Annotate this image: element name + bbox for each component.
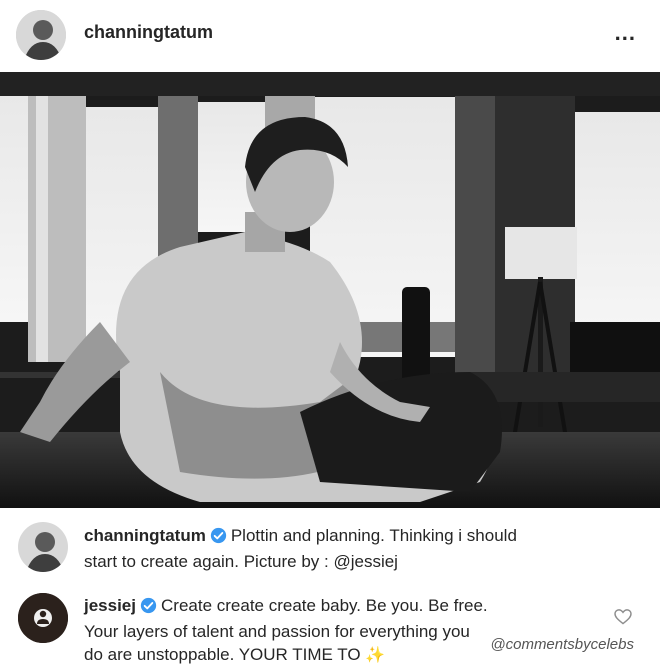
watermark: @commentsbycelebs [490,636,634,653]
caption-text-line1: Plottin and planning. Thinking i should [230,526,517,545]
comment-text-line1: Create create create baby. Be you. Be fr… [161,596,488,615]
comment-text-line3: do are unstoppable. YOUR TIME TO [84,645,361,664]
post-header: channingtatum ... [0,0,660,72]
verified-badge-icon [140,597,157,620]
caption-text-line2: start to create again. Picture by : @jes… [84,552,398,571]
more-options-icon[interactable]: ... [615,20,636,46]
caption: channingtatum Plottin and planning. Think… [84,524,644,573]
comment: jessiej Create create create baby. Be you… [84,594,614,667]
post-username[interactable]: channingtatum [84,22,213,43]
caption-username[interactable]: channingtatum [84,526,206,545]
caption-avatar[interactable] [18,522,68,572]
post-photo[interactable] [0,72,660,508]
channingtatum-avatar[interactable] [16,10,66,60]
comment-text-line2: Your layers of talent and passion for ev… [84,622,470,641]
like-comment-heart-icon[interactable] [614,609,632,630]
comment-username[interactable]: jessiej [84,596,136,615]
jessiej-avatar[interactable] [18,593,68,643]
verified-badge-icon [210,527,227,550]
